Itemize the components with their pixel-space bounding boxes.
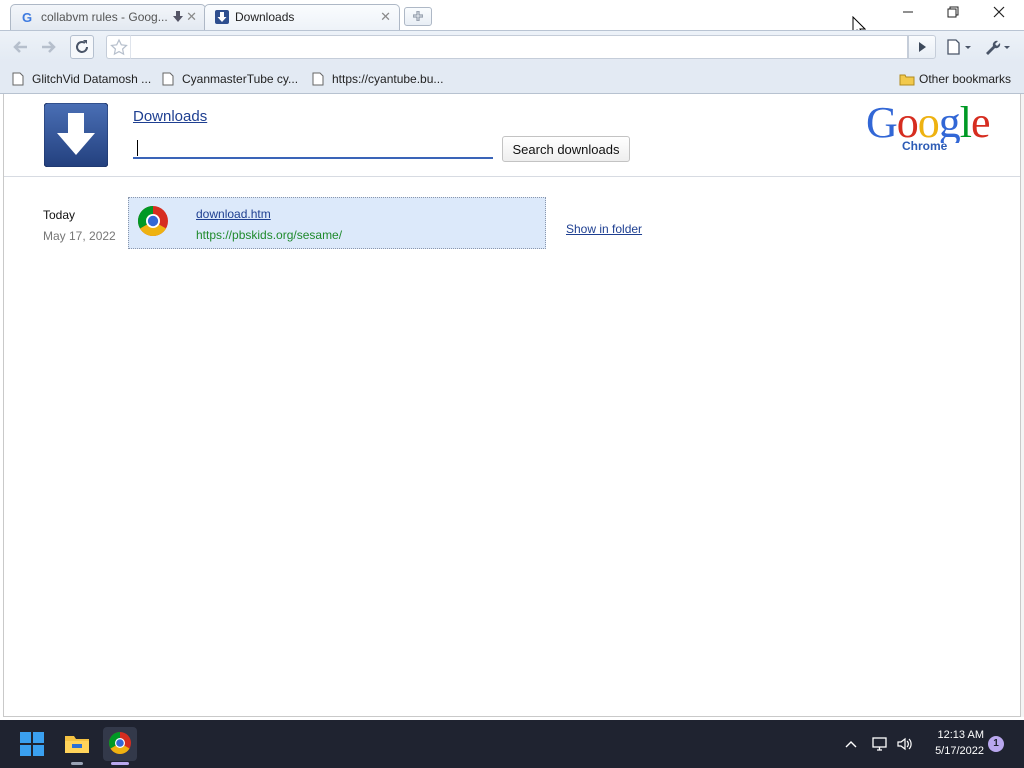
- page-icon: [312, 72, 324, 86]
- chrome-wordmark: Chrome: [902, 139, 948, 153]
- chrome-file-icon: [137, 205, 169, 237]
- google-g-icon: G: [21, 10, 35, 24]
- clock-date[interactable]: 5/17/2022: [926, 745, 984, 757]
- page-menu-icon: [947, 39, 971, 55]
- logo-letter: o: [918, 99, 939, 143]
- downloads-icon: [215, 10, 229, 24]
- download-arrow-icon: [173, 11, 183, 22]
- clock-time[interactable]: 12:13 AM: [926, 729, 984, 741]
- date-group-date: May 17, 2022: [43, 229, 116, 243]
- file-explorer-button[interactable]: [60, 727, 94, 765]
- omnibox-input[interactable]: [130, 35, 908, 59]
- page-title[interactable]: Downloads: [133, 108, 207, 125]
- forward-button[interactable]: [36, 35, 60, 59]
- bookmark-label: GlitchVid Datamosh ...: [32, 72, 152, 86]
- minimize-button[interactable]: [897, 4, 919, 20]
- tab-collabvm-rules[interactable]: G collabvm rules - Goog... ✕: [10, 4, 206, 30]
- other-bookmarks-label: Other bookmarks: [919, 72, 1012, 86]
- logo-letter: l: [960, 99, 972, 143]
- tab-downloads[interactable]: Downloads ✕: [204, 4, 400, 31]
- bookmark-star-button[interactable]: [106, 35, 130, 59]
- svg-text:Google: Google: [866, 99, 990, 143]
- folder-icon: [899, 72, 915, 86]
- wrench-menu-button[interactable]: [982, 37, 1012, 57]
- downloads-logo-icon: [44, 103, 108, 167]
- search-input[interactable]: [133, 137, 493, 159]
- show-hidden-icons-button[interactable]: [843, 736, 859, 752]
- close-tab-icon[interactable]: ✕: [380, 6, 391, 28]
- close-window-button[interactable]: [988, 4, 1010, 20]
- bookmarks-bar: GlitchVid Datamosh ... CyanmasterTube cy…: [0, 62, 1024, 94]
- windows-start-icon: [20, 732, 44, 756]
- running-indicator: [111, 762, 129, 765]
- reload-icon: [76, 40, 88, 53]
- taskbar: 12:13 AM 5/17/2022 1: [0, 720, 1024, 768]
- page-icon: [12, 72, 24, 86]
- wrench-icon: [986, 40, 1010, 55]
- reload-button[interactable]: [70, 35, 94, 59]
- chevron-up-icon: [845, 741, 857, 748]
- download-file-link[interactable]: download.htm: [196, 207, 271, 221]
- browser-titlebar: G collabvm rules - Goog... ✕ Downloads ✕: [0, 0, 1024, 38]
- notification-badge[interactable]: 1: [988, 736, 1004, 752]
- google-chrome-logo: Google Chrome: [866, 99, 1010, 159]
- download-source-url: https://pbskids.org/sesame/: [196, 228, 343, 242]
- search-downloads-button[interactable]: Search downloads: [502, 136, 630, 162]
- star-icon: [110, 38, 128, 56]
- logo-letter: g: [939, 99, 961, 143]
- back-button[interactable]: [9, 35, 33, 59]
- chrome-taskbar-button[interactable]: [103, 727, 137, 765]
- windows-start-button[interactable]: [15, 727, 49, 761]
- browser-toolbar: [0, 30, 1024, 62]
- text-caret: [137, 140, 138, 156]
- new-tab-button[interactable]: [404, 7, 432, 26]
- chrome-icon: [109, 732, 131, 754]
- logo-letter: e: [971, 99, 990, 143]
- date-group-day: Today: [43, 208, 76, 222]
- download-item[interactable]: download.htm https://pbskids.org/sesame/: [128, 197, 546, 249]
- bookmark-label: CyanmasterTube cy...: [182, 72, 299, 86]
- downloads-page: Downloads Search downloads Google Chrome…: [3, 94, 1021, 717]
- page-menu-button[interactable]: [944, 37, 974, 57]
- show-in-folder-link[interactable]: Show in folder: [566, 222, 642, 236]
- close-tab-icon[interactable]: ✕: [186, 6, 197, 28]
- svg-text:G: G: [22, 10, 32, 24]
- running-indicator: [71, 762, 83, 765]
- logo-letter: G: [866, 99, 897, 143]
- downloads-header: Downloads Search downloads Google Chrome: [4, 94, 1020, 177]
- page-icon: [162, 72, 174, 86]
- restore-button[interactable]: [942, 4, 964, 20]
- network-icon[interactable]: [871, 735, 889, 753]
- volume-icon[interactable]: [896, 735, 914, 753]
- tab-title: collabvm rules - Goog...: [41, 10, 168, 24]
- tab-title: Downloads: [235, 10, 295, 24]
- file-explorer-icon: [65, 736, 89, 753]
- bookmark-label: https://cyantube.bu...: [332, 72, 444, 86]
- go-button[interactable]: [908, 35, 936, 59]
- logo-letter: o: [897, 99, 918, 143]
